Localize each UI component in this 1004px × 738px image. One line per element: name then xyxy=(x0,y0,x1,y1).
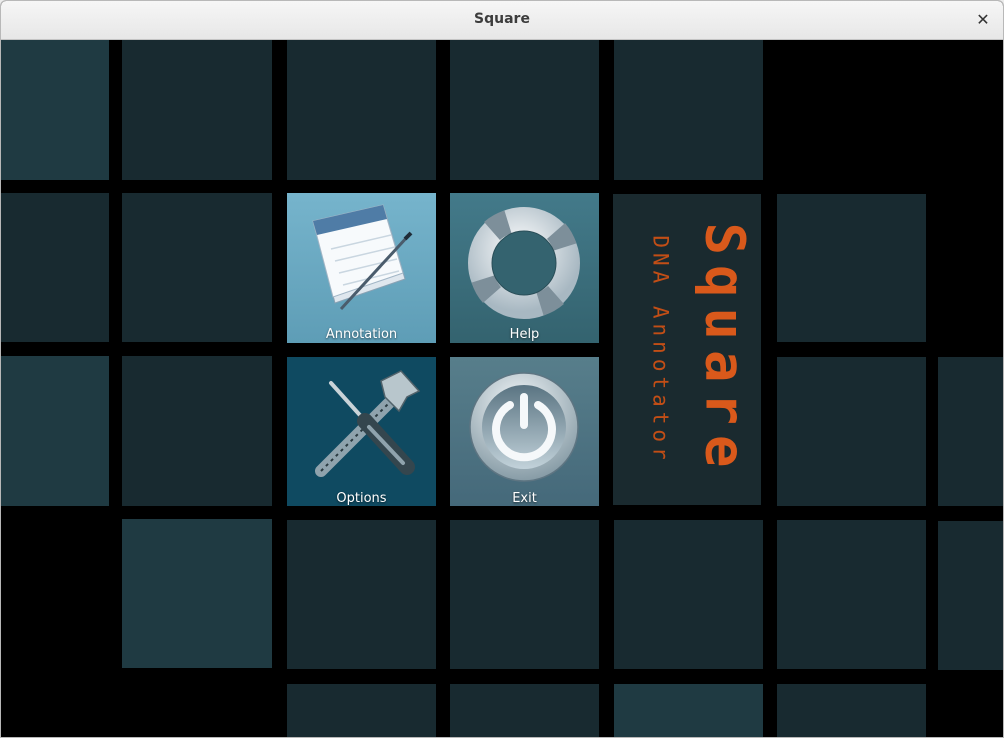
exit-button[interactable]: Exit xyxy=(450,357,599,506)
lifebuoy-icon xyxy=(468,207,580,319)
background-tile xyxy=(122,519,272,668)
app-logo: Square DNA Annotator xyxy=(613,195,761,506)
background-tile xyxy=(450,40,599,180)
background-tile xyxy=(1,193,109,342)
background-tile xyxy=(122,40,272,180)
app-logo-tile: Square DNA Annotator xyxy=(613,194,761,505)
options-label: Options xyxy=(336,491,387,506)
background-tile xyxy=(1,356,109,506)
options-button[interactable]: Options xyxy=(287,357,436,506)
background-tile xyxy=(777,520,926,669)
background-tile xyxy=(287,520,436,669)
background-tile xyxy=(614,520,763,669)
tools-icon xyxy=(315,370,421,477)
close-icon[interactable]: ✕ xyxy=(973,10,993,30)
exit-label: Exit xyxy=(512,491,537,506)
logo-subtitle: DNA Annotator xyxy=(648,235,673,465)
background-tile xyxy=(287,40,436,180)
annotation-button[interactable]: Annotation xyxy=(287,193,436,343)
background-tile xyxy=(938,357,1003,506)
annotation-label: Annotation xyxy=(325,327,398,342)
background-tile xyxy=(122,356,272,506)
background-tile xyxy=(450,520,599,669)
background-tile xyxy=(777,684,926,737)
background-tile xyxy=(614,40,763,180)
background-tile xyxy=(1,40,109,180)
background-tile xyxy=(287,684,436,737)
notepad-pen-icon xyxy=(312,204,413,311)
main-canvas: Annotation Help Options Exit Square DNA … xyxy=(1,40,1003,737)
logo-title: Square xyxy=(693,222,757,478)
power-icon xyxy=(469,372,579,482)
background-tile xyxy=(614,684,763,737)
window-title: Square xyxy=(474,11,530,27)
help-button[interactable]: Help xyxy=(450,193,599,343)
background-tile xyxy=(777,357,926,506)
background-tile xyxy=(450,684,599,737)
help-label: Help xyxy=(509,327,540,342)
background-tile xyxy=(938,521,1003,670)
app-window: Square ✕ Annotation Help Options Exit Sq… xyxy=(0,0,1004,738)
background-tile xyxy=(777,194,926,342)
background-tile xyxy=(122,193,272,342)
title-bar[interactable]: Square ✕ xyxy=(1,1,1003,40)
